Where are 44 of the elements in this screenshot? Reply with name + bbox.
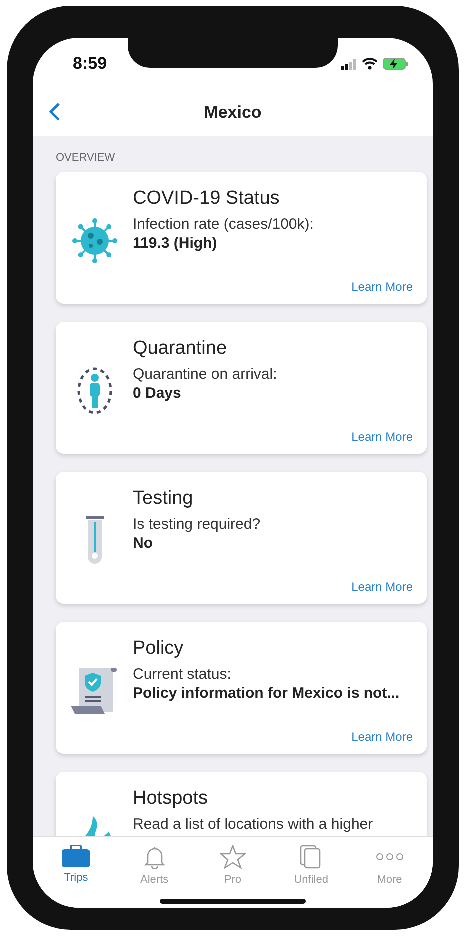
test-tube-icon <box>84 516 104 566</box>
tab-bar-item[interactable]: Pro <box>202 845 263 889</box>
info-card[interactable]: Hotspots Read a list of locations with a higher <box>56 772 427 836</box>
page-title: Mexico <box>204 103 262 123</box>
card-value: No <box>133 535 153 552</box>
info-card[interactable]: COVID-19 Status Infection rate (cases/100k): 119.3 (High) Learn More <box>56 172 427 304</box>
card-label: Read a list of locations with a higher <box>133 816 374 833</box>
learn-more-link[interactable]: Learn More <box>352 280 413 294</box>
person-in-circle-icon <box>76 366 114 416</box>
pages-icon <box>300 845 322 869</box>
tab-bar-item[interactable]: Unfiled <box>281 845 342 889</box>
status-time: 8:59 <box>73 54 108 74</box>
card-title: Hotspots <box>133 788 208 810</box>
policy-document-icon <box>70 668 118 714</box>
signal-icon <box>341 58 357 70</box>
card-label: Infection rate (cases/100k): <box>133 216 314 233</box>
card-title: COVID-19 Status <box>133 188 280 210</box>
learn-more-link[interactable]: Learn More <box>352 730 413 744</box>
info-card[interactable]: Quarantine Quarantine on arrival: 0 Days Learn More <box>56 322 427 454</box>
card-value: Policy information for Mexico is not... <box>133 685 400 702</box>
section-label: OVERVIEW <box>56 152 116 164</box>
learn-more-link[interactable]: Learn More <box>352 580 413 594</box>
card-title: Quarantine <box>133 338 228 360</box>
tab-bar-item[interactable]: Trips <box>46 845 106 889</box>
card-value: 0 Days <box>133 385 182 402</box>
star-icon <box>220 845 246 869</box>
info-card[interactable]: Policy Current status: Policy information for Mexico is not... Learn More <box>56 622 427 754</box>
card-label: Quarantine on arrival: <box>133 366 278 383</box>
more-dots-icon <box>376 853 404 861</box>
card-label: Current status: <box>133 666 232 683</box>
card-title: Policy <box>133 638 184 660</box>
bell-icon <box>142 845 167 869</box>
tab-bar-item[interactable]: More <box>360 845 420 889</box>
info-card[interactable]: Testing Is testing required? No Learn More <box>56 472 427 604</box>
card-label: Is testing required? <box>133 516 261 533</box>
card-value: 119.3 (High) <box>133 235 218 252</box>
virus-icon <box>70 217 118 265</box>
briefcase-icon <box>62 845 90 867</box>
learn-more-link[interactable]: Learn More <box>352 430 413 444</box>
card-title: Testing <box>133 488 194 510</box>
chevron-left-icon <box>49 102 61 122</box>
wifi-icon <box>362 58 378 70</box>
battery-charging-icon <box>383 58 409 70</box>
tab-bar-item[interactable]: Alerts <box>124 845 185 889</box>
